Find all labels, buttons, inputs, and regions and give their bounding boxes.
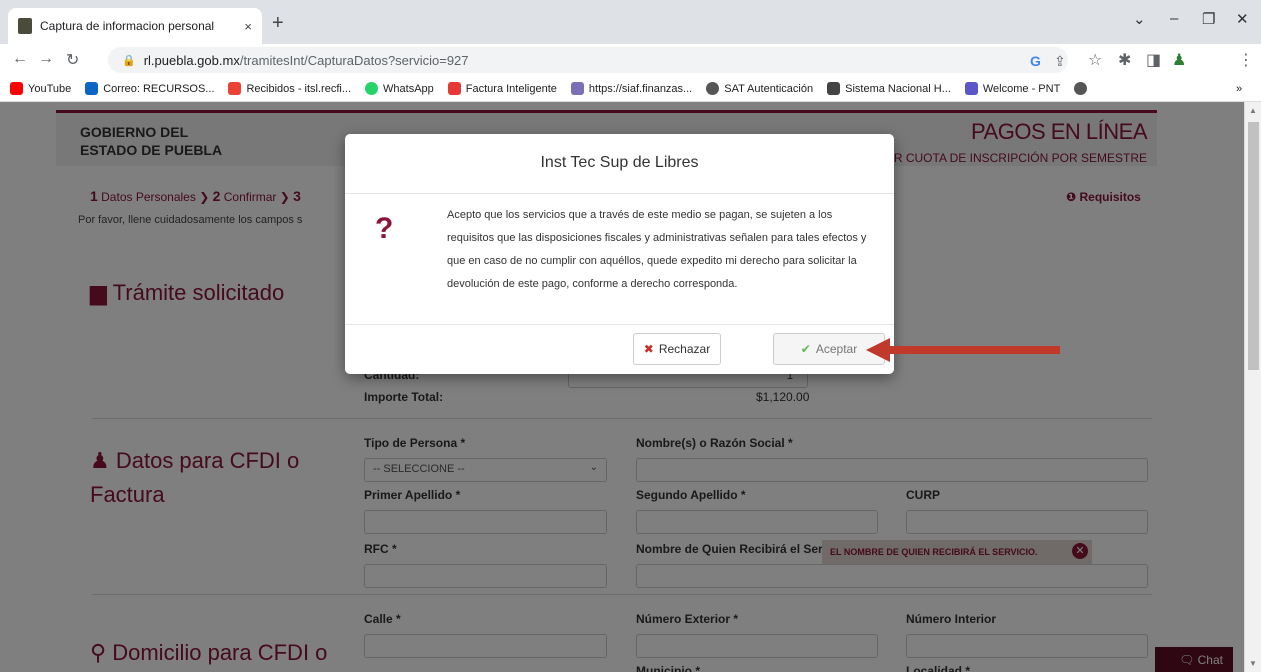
whatsapp-icon: [365, 82, 379, 95]
address-toolbar: ← → ↻ 🔒 rl.puebla.gob.mx/tramitesInt/Cap…: [0, 44, 1261, 76]
outlook-icon: [85, 82, 99, 95]
side-panel-icon[interactable]: ◨: [1146, 50, 1161, 70]
tab-close-icon[interactable]: ×: [244, 19, 252, 34]
youtube-icon: [10, 82, 23, 95]
dialog-footer-divider: [345, 324, 894, 325]
bookmark-sat[interactable]: SAT Autenticación: [706, 82, 813, 95]
gmail-icon: [228, 82, 242, 95]
scroll-up-icon[interactable]: ▲: [1249, 106, 1257, 115]
back-arrow-icon[interactable]: ←: [12, 50, 28, 68]
url-text: rl.puebla.gob.mx/tramitesInt/CapturaDato…: [144, 53, 469, 68]
bookmark-recibidos[interactable]: Recibidos - itsl.recfi...: [228, 82, 351, 95]
annotation-arrow: [866, 338, 1060, 362]
close-window-icon[interactable]: ✕: [1236, 10, 1249, 28]
bookmark-label: SAT Autenticación: [724, 82, 814, 95]
dialog-message: Acepto que los servicios que a través de…: [447, 209, 867, 290]
menu-kebab-icon[interactable]: ⋮: [1238, 50, 1254, 70]
pnt-icon: [964, 82, 978, 95]
bookmark-siaf[interactable]: https://siaf.finanzas...: [570, 82, 693, 95]
terms-dialog: Inst Tec Sup de Libres ? Acepto que los …: [345, 134, 894, 374]
bookmark-youtube[interactable]: YouTube: [10, 82, 71, 95]
bookmark-label: WhatsApp: [383, 82, 434, 95]
scroll-thumb[interactable]: [1248, 122, 1259, 370]
minimize-icon[interactable]: –: [1170, 10, 1178, 27]
url-host: rl.puebla.gob.mx: [143, 52, 240, 68]
profile-avatar-icon[interactable]: ♟: [1172, 50, 1186, 70]
scroll-down-icon[interactable]: ▼: [1249, 659, 1257, 668]
share-icon[interactable]: ⇪: [1054, 53, 1066, 70]
lock-icon: 🔒: [122, 54, 136, 67]
bookmark-factura[interactable]: Factura Inteligente: [447, 82, 557, 95]
check-icon: ✔: [800, 342, 811, 356]
bookmark-label: YouTube: [28, 82, 72, 95]
globe-icon: [1074, 82, 1088, 95]
bookmark-label: Sistema Nacional H...: [845, 82, 951, 95]
bookmark-label: Factura Inteligente: [465, 82, 557, 95]
times-icon: ✖: [643, 342, 654, 356]
url-path: /tramitesInt/CapturaDatos?servicio=927: [239, 52, 469, 68]
rechazar-button[interactable]: ✖ Rechazar: [633, 333, 721, 365]
bookmark-correo[interactable]: Correo: RECURSOS...: [85, 82, 214, 95]
bookmark-label: Correo: RECURSOS...: [103, 82, 215, 95]
bookmark-star-icon[interactable]: ☆: [1088, 50, 1102, 70]
new-tab-button[interactable]: +: [272, 12, 284, 35]
google-icon[interactable]: G: [1030, 53, 1041, 69]
address-bar[interactable]: 🔒 rl.puebla.gob.mx/tramitesInt/CapturaDa…: [108, 47, 1068, 73]
bookmark-pnt[interactable]: Welcome - PNT: [964, 82, 1061, 95]
bookmark-label: Recibidos - itsl.recfi...: [246, 82, 352, 95]
forward-arrow-icon[interactable]: →: [38, 50, 54, 68]
reload-icon[interactable]: ↻: [66, 50, 79, 70]
dialog-title: Inst Tec Sup de Libres: [345, 134, 894, 194]
factura-icon: [447, 82, 461, 95]
globe-icon: [706, 82, 720, 95]
extensions-puzzle-icon[interactable]: ✱: [1118, 50, 1131, 70]
siaf-icon: [570, 82, 584, 95]
page-scrollbar[interactable]: ▲ ▼: [1244, 102, 1261, 672]
bookmark-globe[interactable]: [1074, 82, 1088, 95]
bookmark-label: Welcome - PNT: [982, 82, 1061, 95]
annotation-arrow-shape: [866, 338, 1060, 362]
bookmark-sistema[interactable]: Sistema Nacional H...: [827, 82, 951, 95]
more-bookmarks-icon[interactable]: »: [1236, 83, 1242, 95]
browser-tab[interactable]: Captura de informacion personal ×: [8, 8, 262, 44]
sistema-icon: [827, 82, 841, 95]
aceptar-label: Aceptar: [815, 342, 858, 356]
bookmarks-bar: YouTube Correo: RECURSOS... Recibidos - …: [0, 76, 1261, 102]
site-favicon-icon: [18, 18, 32, 34]
rechazar-label: Rechazar: [658, 342, 711, 356]
restore-icon[interactable]: ❐: [1202, 10, 1215, 28]
browser-tab-bar: Captura de informacion personal × + ⌄ – …: [0, 0, 1261, 44]
question-icon: ?: [375, 212, 394, 245]
bookmark-label: https://siaf.finanzas...: [588, 82, 693, 95]
tab-search-chevron-icon[interactable]: ⌄: [1133, 10, 1146, 28]
tab-title: Captura de informacion personal: [40, 19, 215, 33]
bookmark-whatsapp[interactable]: WhatsApp: [365, 82, 434, 95]
